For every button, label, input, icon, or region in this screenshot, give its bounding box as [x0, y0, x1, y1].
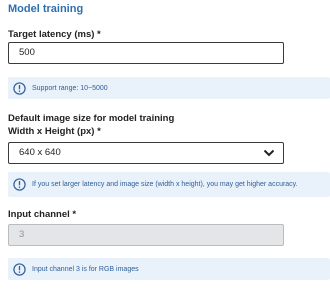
info-circle-icon	[13, 178, 26, 191]
latency-info-box: Support range: 10~5000	[8, 77, 330, 99]
target-latency-input[interactable]: 500	[8, 42, 284, 64]
section-title: Model training	[8, 3, 84, 15]
input-channel-input: 3	[8, 224, 284, 246]
target-latency-label: Target latency (ms) *	[8, 29, 101, 40]
latency-info-text: Support range: 10~5000	[32, 84, 108, 92]
chevron-down-icon	[263, 149, 275, 157]
input-channel-label: Input channel *	[8, 209, 77, 220]
channel-info-box: Input channel 3 is for RGB images	[8, 258, 330, 280]
image-size-info-box: If you set larger latency and image size…	[8, 172, 330, 197]
info-circle-icon	[13, 262, 26, 276]
image-size-label: Width x Height (px) *	[8, 126, 101, 137]
input-channel-value: 3	[19, 229, 25, 240]
image-size-select[interactable]: 640 x 640	[8, 142, 284, 164]
channel-info-text: Input channel 3 is for RGB images	[32, 265, 139, 273]
info-circle-icon	[13, 81, 26, 95]
image-size-info-text: If you set larger latency and image size…	[32, 181, 298, 188]
image-size-heading: Default image size for model training	[8, 113, 175, 124]
image-size-selected-value: 640 x 640	[19, 147, 61, 158]
target-latency-value: 500	[19, 47, 35, 58]
